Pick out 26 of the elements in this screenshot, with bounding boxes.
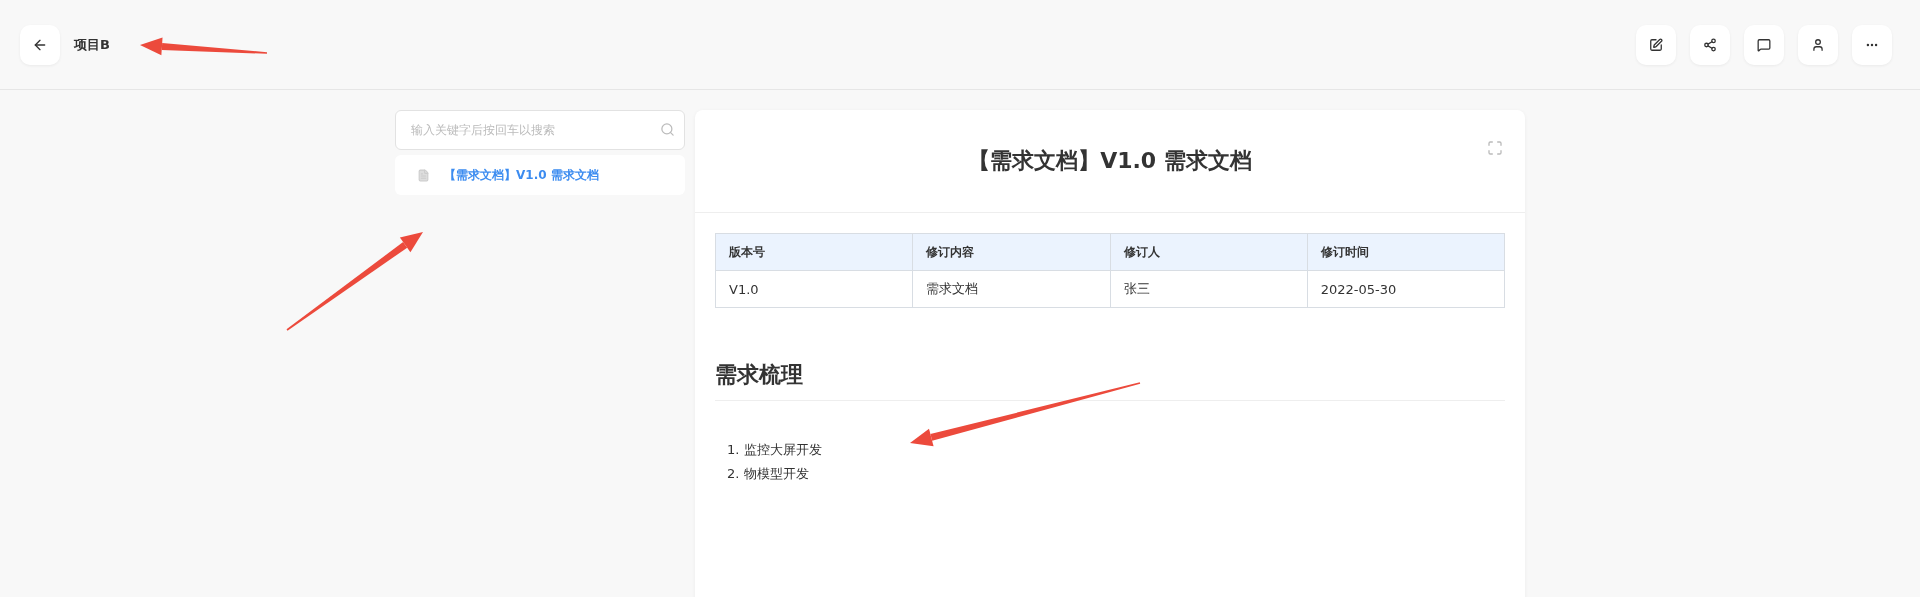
project-title: 项目B [74, 35, 110, 54]
user-icon [1811, 37, 1825, 52]
column-header: 修订人 [1110, 233, 1308, 271]
list-item: 2. 物模型开发 [727, 465, 810, 483]
edit-icon [1649, 37, 1663, 52]
column-header: 版本号 [715, 233, 913, 271]
column-header: 修订内容 [912, 233, 1110, 271]
comment-button[interactable] [1744, 24, 1784, 65]
column-header: 修订时间 [1307, 233, 1505, 271]
table-cell: 需求文档 [912, 270, 1110, 308]
share-button[interactable] [1690, 24, 1730, 65]
document-title: 【需求文档】V1.0 需求文档 [444, 166, 599, 184]
back-button[interactable] [20, 24, 60, 65]
search-field[interactable]: 输入关键字后按回车以搜索 [395, 110, 685, 150]
document-list-item[interactable]: 【需求文档】V1.0 需求文档 [395, 155, 685, 195]
search-icon [660, 122, 675, 137]
document-title: 【需求文档】V1.0 需求文档 [968, 147, 1252, 175]
list-item: 1. 监控大屏开发 [727, 441, 823, 459]
user-button[interactable] [1798, 24, 1838, 65]
share-icon [1703, 37, 1717, 52]
document-icon [417, 168, 430, 182]
table-cell: 张三 [1110, 270, 1308, 308]
comment-icon [1757, 37, 1771, 52]
edit-button[interactable] [1636, 24, 1676, 65]
table-cell: 2022-05-30 [1307, 270, 1505, 308]
table-cell: V1.0 [715, 270, 913, 308]
